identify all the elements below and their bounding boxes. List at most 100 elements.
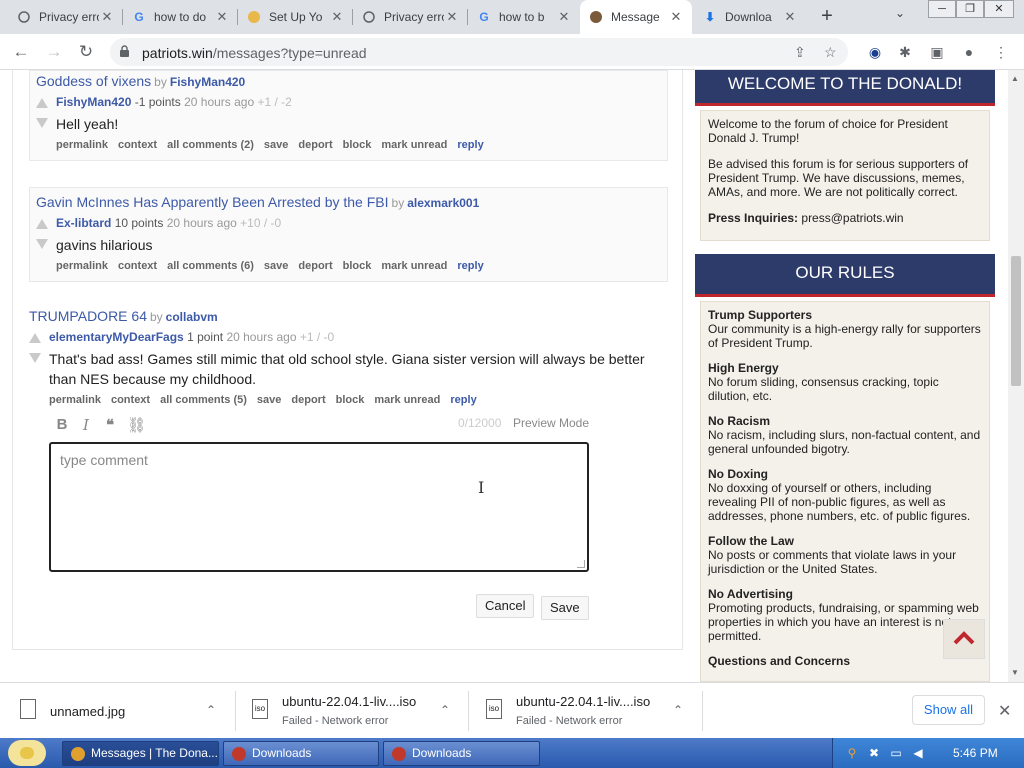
context-link[interactable]: context: [118, 260, 157, 272]
quote-icon[interactable]: ❝: [103, 416, 117, 434]
show-all-button[interactable]: Show all: [912, 695, 985, 725]
extension-globe-icon[interactable]: ◉: [866, 43, 884, 61]
search-icon[interactable]: ⚲: [845, 746, 859, 760]
minimize-button[interactable]: ─: [928, 0, 956, 18]
comment-author-link[interactable]: Ex-libtard: [56, 216, 111, 230]
permalink-link[interactable]: permalink: [56, 139, 108, 151]
back-arrow-icon[interactable]: ←: [10, 41, 32, 63]
tab-privacy-error-1[interactable]: Privacy error ✕: [8, 0, 123, 34]
taskbar-button-chrome[interactable]: Messages | The Dona...: [62, 741, 219, 766]
tab-google-1[interactable]: G how to do ✕: [123, 0, 238, 34]
maximize-button[interactable]: ❐: [956, 0, 984, 18]
mark-unread-link[interactable]: mark unread: [381, 139, 447, 151]
downvote-arrow-icon[interactable]: [29, 353, 41, 363]
chevron-up-icon[interactable]: ⌃: [673, 703, 683, 717]
context-link[interactable]: context: [111, 394, 150, 406]
chevron-up-icon[interactable]: ⌃: [206, 703, 216, 717]
save-link[interactable]: save: [264, 139, 288, 151]
reply-link[interactable]: reply: [450, 394, 476, 406]
upvote-arrow-icon[interactable]: [36, 98, 48, 108]
all-comments-link[interactable]: all comments (2): [167, 139, 254, 151]
upvote-arrow-icon[interactable]: [36, 219, 48, 229]
all-comments-link[interactable]: all comments (5): [160, 394, 247, 406]
save-link[interactable]: save: [257, 394, 281, 406]
italic-icon[interactable]: I: [79, 416, 93, 434]
close-icon[interactable]: ✕: [668, 9, 684, 25]
download-item[interactable]: iso ubuntu-22.04.1-liv....iso Failed - N…: [486, 683, 703, 739]
press-email-link[interactable]: press@patriots.win: [801, 211, 903, 225]
side-panel-icon[interactable]: ▣: [928, 43, 946, 61]
network-error-icon[interactable]: ✖: [867, 746, 881, 760]
post-author-link[interactable]: alexmark001: [407, 196, 479, 210]
display-icon[interactable]: ▭: [889, 746, 903, 760]
comment-author-link[interactable]: elementaryMyDearFags: [49, 330, 184, 344]
taskbar-button-downloads-1[interactable]: Downloads: [223, 741, 379, 766]
tab-downloads[interactable]: ⬇ Downloa ✕: [694, 0, 806, 34]
mark-unread-link[interactable]: mark unread: [381, 260, 447, 272]
share-icon[interactable]: ⇪: [794, 44, 806, 61]
tab-privacy-error-2[interactable]: Privacy error ✕: [353, 0, 468, 34]
permalink-link[interactable]: permalink: [49, 394, 101, 406]
close-icon[interactable]: ✕: [556, 9, 572, 25]
save-button[interactable]: Save: [541, 596, 589, 620]
download-item[interactable]: iso ubuntu-22.04.1-liv....iso Failed - N…: [252, 683, 469, 739]
upvote-arrow-icon[interactable]: [29, 333, 41, 343]
post-title-link[interactable]: Goddess of vixens: [36, 73, 151, 89]
tab-google-2[interactable]: G how to b ✕: [468, 0, 580, 34]
downvote-arrow-icon[interactable]: [36, 239, 48, 249]
permalink-link[interactable]: permalink: [56, 260, 108, 272]
tab-setup[interactable]: Set Up Yo ✕: [238, 0, 353, 34]
downvote-arrow-icon[interactable]: [36, 118, 48, 128]
cancel-button[interactable]: Cancel: [476, 594, 535, 618]
close-icon[interactable]: ✕: [214, 9, 230, 25]
start-button[interactable]: [8, 740, 46, 766]
comment-author-link[interactable]: FishyMan420: [56, 95, 131, 109]
mark-unread-link[interactable]: mark unread: [374, 394, 440, 406]
post-title-link[interactable]: Gavin McInnes Has Apparently Been Arrest…: [36, 194, 389, 210]
post-author-link[interactable]: FishyMan420: [170, 75, 245, 89]
post-title-link[interactable]: TRUMPADORE 64: [29, 308, 147, 324]
deport-link[interactable]: deport: [298, 260, 332, 272]
chevron-up-icon[interactable]: ⌃: [440, 703, 450, 717]
tab-search-chevron-icon[interactable]: ⌄: [895, 6, 905, 20]
scroll-up-arrow-icon[interactable]: ▲: [1011, 74, 1019, 83]
close-icon[interactable]: ✕: [782, 9, 798, 25]
extensions-puzzle-icon[interactable]: ✱: [896, 43, 914, 61]
post-author-link[interactable]: collabvm: [166, 310, 218, 324]
close-icon[interactable]: ✕: [444, 9, 460, 25]
close-icon[interactable]: ✕: [329, 9, 345, 25]
block-link[interactable]: block: [343, 260, 372, 272]
new-tab-button[interactable]: +: [815, 5, 839, 29]
all-comments-link[interactable]: all comments (6): [167, 260, 254, 272]
comment-textarea[interactable]: type comment: [49, 442, 589, 572]
taskbar-button-downloads-2[interactable]: Downloads: [383, 741, 540, 766]
download-item[interactable]: unnamed.jpg ⌃: [20, 683, 236, 739]
save-link[interactable]: save: [264, 260, 288, 272]
bold-icon[interactable]: B: [55, 416, 69, 434]
reply-link[interactable]: reply: [457, 260, 483, 272]
deport-link[interactable]: deport: [298, 139, 332, 151]
deport-link[interactable]: deport: [291, 394, 325, 406]
block-link[interactable]: block: [343, 139, 372, 151]
clock[interactable]: 5:46 PM: [953, 746, 998, 760]
block-link[interactable]: block: [336, 394, 365, 406]
menu-kebab-icon[interactable]: ⋮: [992, 43, 1010, 61]
context-link[interactable]: context: [118, 139, 157, 151]
link-icon[interactable]: ⛓: [127, 416, 146, 434]
window-close-button[interactable]: ✕: [984, 0, 1014, 18]
resize-handle-icon[interactable]: [577, 560, 585, 568]
back-to-top-button[interactable]: [943, 619, 985, 659]
reply-link[interactable]: reply: [457, 139, 483, 151]
tab-messages[interactable]: Message ✕: [580, 0, 692, 34]
address-bar[interactable]: patriots.win/messages?type=unread ⇪ ☆: [110, 38, 848, 66]
scrollbar-thumb[interactable]: [1011, 256, 1021, 386]
page-scrollbar[interactable]: ▲ ▼: [1008, 70, 1024, 682]
volume-icon[interactable]: ◀: [911, 746, 925, 760]
bookmark-star-icon[interactable]: ☆: [824, 44, 837, 61]
close-icon[interactable]: ✕: [99, 9, 115, 25]
forward-arrow-icon[interactable]: →: [43, 41, 65, 63]
reload-icon[interactable]: ↻: [75, 41, 97, 63]
scroll-down-arrow-icon[interactable]: ▼: [1011, 668, 1019, 677]
profile-avatar-icon[interactable]: ●: [960, 43, 978, 61]
close-icon[interactable]: ✕: [998, 701, 1011, 721]
